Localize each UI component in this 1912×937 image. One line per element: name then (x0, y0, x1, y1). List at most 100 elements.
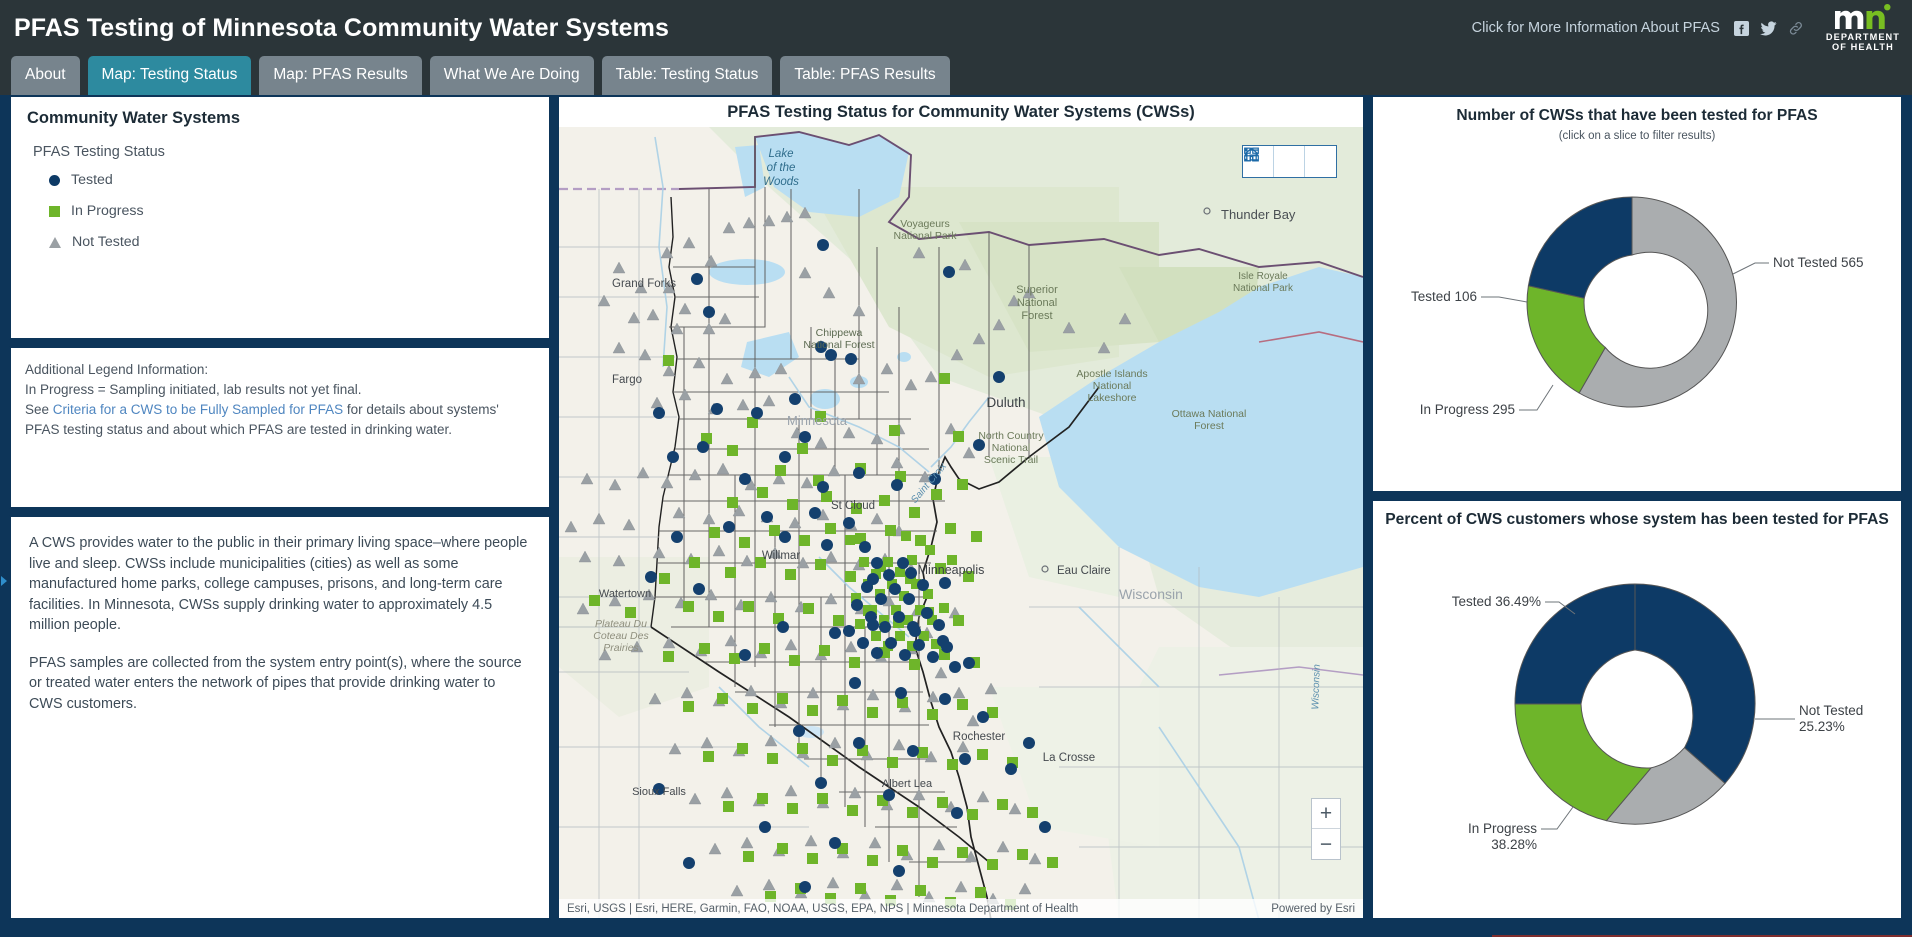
donut-label-in-progress-pct-value: 38.28% (1491, 837, 1537, 852)
donut-label-not-tested-pct: Not Tested (1799, 703, 1863, 718)
svg-text:Prairies: Prairies (603, 642, 639, 654)
chart-subtitle: (click on a slice to filter results) (1558, 130, 1716, 142)
description-panel: A CWS provides water to the public in th… (9, 515, 551, 920)
legend-item-label: In Progress (71, 203, 144, 219)
svg-text:Eau Claire: Eau Claire (1057, 565, 1111, 577)
criteria-link[interactable]: Criteria for a CWS to be Fully Sampled f… (53, 402, 343, 417)
description-paragraph-1: A CWS provides water to the public in th… (29, 535, 528, 633)
tab-map-testing-status[interactable]: Map: Testing Status (87, 56, 252, 95)
legend-list-icon[interactable] (1244, 146, 1305, 177)
svg-text:Duluth: Duluth (986, 395, 1025, 410)
not-tested-triangle-icon (49, 236, 61, 248)
svg-text:North Country: North Country (978, 430, 1044, 442)
donut-chart-customer-percent[interactable]: Tested 36.49% Not Tested 25.23% In Progr… (1373, 529, 1901, 901)
page-title: PFAS Testing of Minnesota Community Wate… (14, 13, 669, 42)
legend-item-not-tested[interactable]: Not Tested (49, 234, 533, 250)
svg-text:National: National (1017, 297, 1057, 309)
svg-text:Wisconsin: Wisconsin (1310, 664, 1323, 710)
tab-what-we-are-doing[interactable]: What We Are Doing (429, 56, 594, 95)
svg-text:Fargo: Fargo (612, 374, 642, 386)
donut-label-not-tested-pct-value: 25.23% (1799, 719, 1845, 734)
map-zoom-control: + − (1311, 798, 1341, 860)
additional-legend-text: Additional Legend Information: In Progre… (25, 360, 535, 440)
svg-text:National Park: National Park (1233, 283, 1294, 294)
svg-text:Voyageurs: Voyageurs (900, 218, 950, 230)
svg-text:Sioux Falls: Sioux Falls (632, 786, 686, 798)
tab-table-pfas-results[interactable]: Table: PFAS Results (780, 56, 950, 95)
map-title: PFAS Testing Status for Community Water … (559, 97, 1363, 127)
additional-legend-heading: Additional Legend Information: (25, 362, 209, 377)
additional-legend-line3: See Criteria for a CWS to be Fully Sampl… (25, 400, 535, 440)
map-graphic: Lake of the Woods Voyageurs National Par… (559, 127, 1363, 918)
map-attribution: Esri, USGS | Esri, HERE, Garmin, FAO, NO… (559, 899, 1363, 918)
donut-chart-cws-count[interactable]: Not Tested 565 Tested 106 In Progress 29… (1373, 142, 1901, 472)
dashboard-root: PFAS Testing of Minnesota Community Wate… (0, 0, 1912, 937)
mdh-logo[interactable]: DEPARTMENT OF HEALTH (1825, 3, 1900, 53)
bottom-bar (0, 920, 1912, 937)
see-prefix: See (25, 402, 53, 417)
donut-slices-final (1514, 583, 1756, 825)
twitter-icon[interactable] (1759, 20, 1777, 36)
legend-title: Community Water Systems (27, 109, 241, 127)
svg-text:Chippewa: Chippewa (816, 327, 863, 339)
description-paragraph-2: PFAS samples are collected from the syst… (29, 654, 522, 712)
svg-text:Ottawa National: Ottawa National (1172, 408, 1247, 420)
map-column: PFAS Testing Status for Community Water … (557, 95, 1365, 920)
donut-label-not-tested: Not Tested 565 (1773, 255, 1864, 270)
mn-logo-mark (1834, 3, 1891, 30)
legend-item-label: Not Tested (72, 234, 140, 250)
svg-text:National Forest: National Forest (803, 339, 874, 351)
map-canvas[interactable]: Lake of the Woods Voyageurs National Par… (559, 127, 1363, 918)
more-info-label[interactable]: Click for More Information About PFAS (1472, 20, 1720, 36)
legend-subtitle: PFAS Testing Status (33, 144, 165, 160)
zoom-in-button[interactable]: + (1312, 799, 1340, 829)
svg-text:Superior: Superior (1016, 284, 1058, 296)
legend-panel: Community Water Systems PFAS Testing Sta… (9, 95, 551, 340)
svg-text:National: National (1093, 380, 1132, 392)
svg-text:Lake: Lake (769, 148, 794, 160)
svg-text:Rochester: Rochester (953, 731, 1006, 743)
slice-tested[interactable] (1527, 196, 1633, 299)
legend-item-in-progress[interactable]: In Progress (49, 203, 533, 219)
left-column: Community Water Systems PFAS Testing Sta… (9, 95, 551, 920)
svg-text:Lakeshore: Lakeshore (1087, 392, 1136, 404)
tested-circle-icon (49, 174, 60, 186)
tab-map-pfas-results[interactable]: Map: PFAS Results (259, 56, 422, 95)
link-icon[interactable] (1788, 21, 1804, 36)
chart-panel-customer-percent: Percent of CWS customers whose system ha… (1371, 499, 1903, 920)
svg-text:Minneapolis: Minneapolis (918, 563, 985, 577)
additional-legend-line2: In Progress = Sampling initiated, lab re… (25, 382, 362, 397)
svg-text:Apostle Islands: Apostle Islands (1076, 368, 1147, 380)
legend-item-tested[interactable]: Tested (49, 172, 533, 188)
description-text: A CWS provides water to the public in th… (29, 533, 531, 714)
svg-text:Woods: Woods (763, 176, 799, 188)
dashboard-body: Community Water Systems PFAS Testing Sta… (0, 95, 1912, 920)
chart-title: Percent of CWS customers whose system ha… (1385, 511, 1889, 528)
chart-title: Number of CWSs that have been tested for… (1456, 107, 1818, 124)
chart-panel-cws-count: Number of CWSs that have been tested for… (1371, 95, 1903, 493)
map-tool-bar (1242, 145, 1337, 178)
mdh-logo-text: DEPARTMENT OF HEALTH (1825, 31, 1900, 53)
donut-label-tested: Tested 106 (1411, 289, 1477, 304)
tab-bar: About Map: Testing Status Map: PFAS Resu… (0, 56, 1912, 95)
in-progress-square-icon (49, 205, 60, 217)
attribution-powered-by[interactable]: Powered by Esri (1271, 903, 1355, 915)
facebook-icon[interactable] (1733, 20, 1749, 36)
tab-about[interactable]: About (11, 56, 80, 95)
basemap-gallery-icon[interactable] (1244, 146, 1336, 177)
svg-text:St Cloud: St Cloud (831, 500, 875, 512)
slice-tested-pct[interactable] (1634, 583, 1756, 785)
svg-text:Watertown: Watertown (599, 588, 651, 600)
svg-text:Willmar: Willmar (762, 550, 800, 562)
zoom-out-button[interactable]: − (1312, 829, 1340, 859)
svg-text:Plateau Du: Plateau Du (595, 618, 647, 630)
attribution-sources: Esri, USGS | Esri, HERE, Garmin, FAO, NO… (567, 902, 1079, 915)
svg-text:Wisconsin: Wisconsin (1119, 586, 1183, 602)
sidebar-collapse-handle[interactable] (0, 565, 9, 597)
legend-item-label: Tested (71, 172, 113, 188)
tab-table-testing-status[interactable]: Table: Testing Status (601, 56, 773, 95)
svg-text:Thunder Bay: Thunder Bay (1221, 207, 1296, 222)
svg-text:Isle Royale: Isle Royale (1238, 271, 1288, 282)
svg-text:Coteau Des: Coteau Des (593, 630, 649, 642)
svg-text:National: National (992, 442, 1031, 454)
